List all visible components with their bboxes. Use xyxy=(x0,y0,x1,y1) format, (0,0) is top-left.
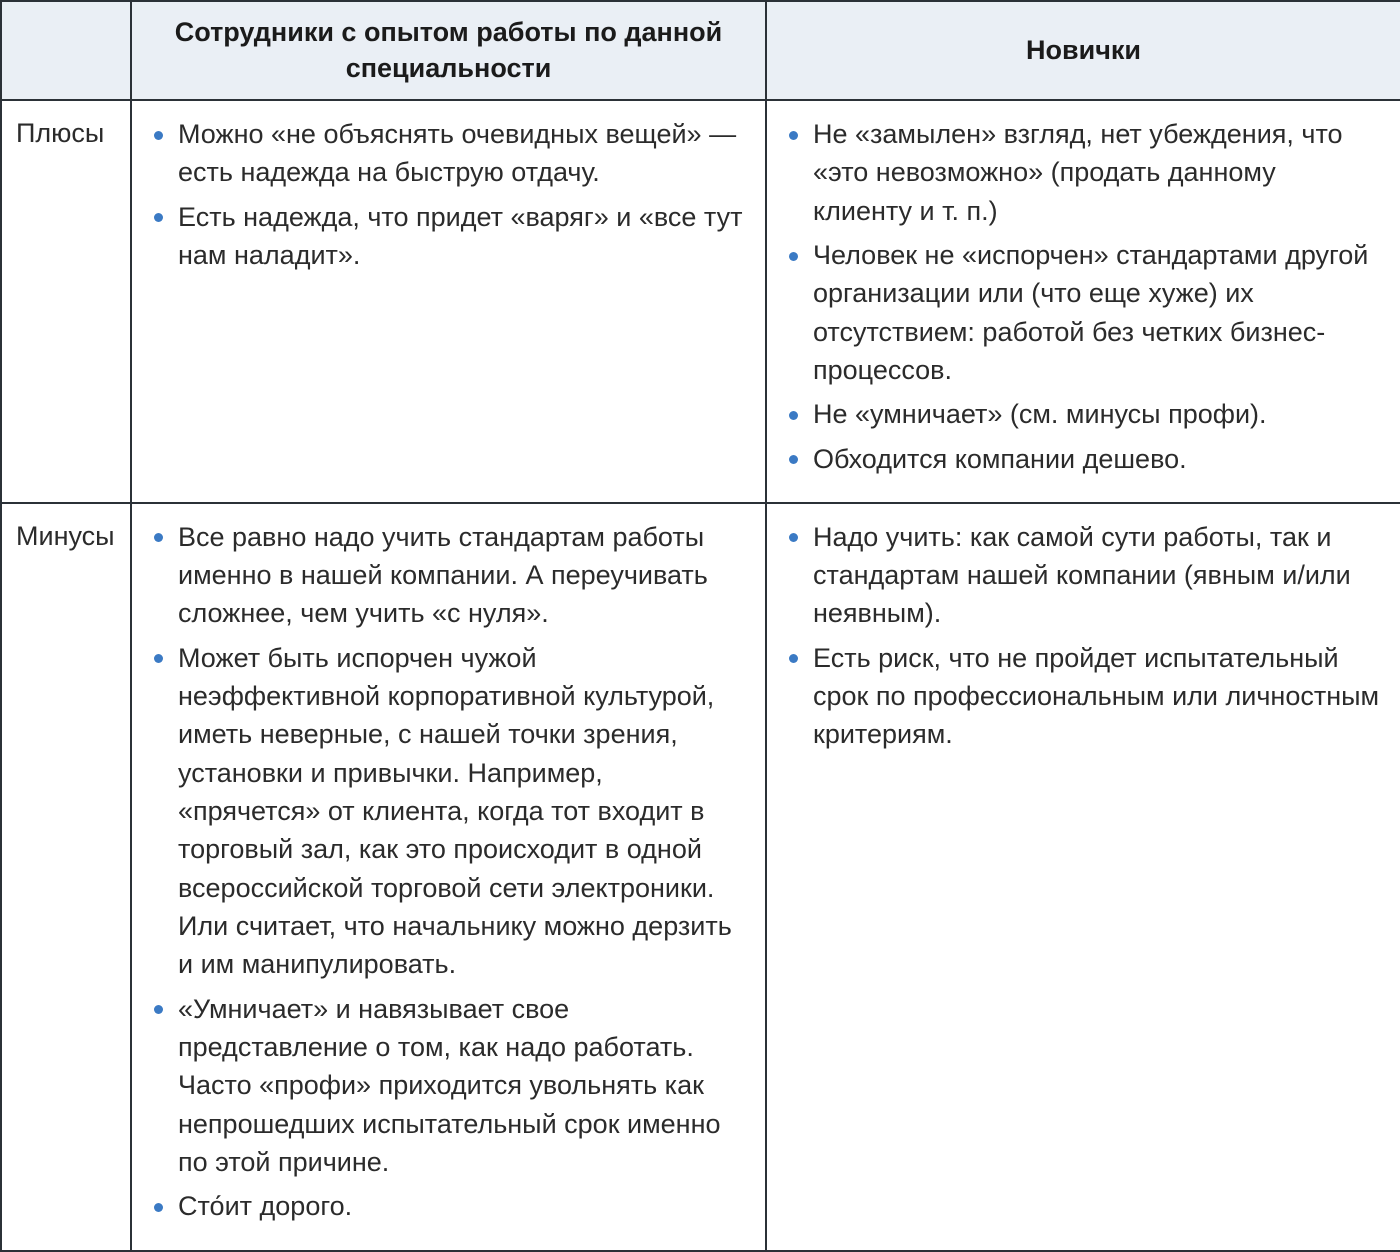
row-label-minus: Минусы xyxy=(1,503,131,1251)
cell-plus-experienced: Можно «не объяснять очевидных вещей» — е… xyxy=(131,100,766,503)
row-plus: Плюсы Можно «не объяснять очевидных веще… xyxy=(1,100,1400,503)
cell-minus-experienced: Все равно надо учить стандартам работы и… xyxy=(131,503,766,1251)
list-item: Может быть испорчен чужой неэффективной … xyxy=(178,639,745,984)
list-item: Не «умничает» (см. минусы профи). xyxy=(813,395,1380,433)
header-corner xyxy=(1,1,131,100)
list-item: «Умничает» и навязывает свое представлен… xyxy=(178,990,745,1182)
list-item: Не «замылен» взгляд, нет убеждения, что … xyxy=(813,115,1380,230)
list-item: Сто́ит дорого. xyxy=(178,1187,745,1225)
list-item: Надо учить: как самой сути работы, так и… xyxy=(813,518,1380,633)
header-experienced: Сотрудники с опытом работы по данной спе… xyxy=(131,1,766,100)
list-item: Обходится компании дешево. xyxy=(813,440,1380,478)
list-item: Человек не «испорчен» стандартами другой… xyxy=(813,236,1380,389)
cell-minus-newcomers: Надо учить: как самой сути работы, так и… xyxy=(766,503,1400,1251)
list-item: Все равно надо учить стандартам работы и… xyxy=(178,518,745,633)
comparison-table: Сотрудники с опытом работы по данной спе… xyxy=(0,0,1400,1252)
header-newcomers: Новички xyxy=(766,1,1400,100)
row-label-plus: Плюсы xyxy=(1,100,131,503)
header-row: Сотрудники с опытом работы по данной спе… xyxy=(1,1,1400,100)
list-minus-newcomers: Надо учить: как самой сути работы, так и… xyxy=(785,518,1380,754)
list-minus-experienced: Все равно надо учить стандартам работы и… xyxy=(150,518,745,1226)
list-plus-newcomers: Не «замылен» взгляд, нет убеждения, что … xyxy=(785,115,1380,478)
list-item: Есть надежда, что придет «варяг» и «все … xyxy=(178,198,745,275)
row-minus: Минусы Все равно надо учить стандартам р… xyxy=(1,503,1400,1251)
list-item: Можно «не объяснять очевидных вещей» — е… xyxy=(178,115,745,192)
cell-plus-newcomers: Не «замылен» взгляд, нет убеждения, что … xyxy=(766,100,1400,503)
list-item: Есть риск, что не пройдет испытательный … xyxy=(813,639,1380,754)
list-plus-experienced: Можно «не объяснять очевидных вещей» — е… xyxy=(150,115,745,274)
